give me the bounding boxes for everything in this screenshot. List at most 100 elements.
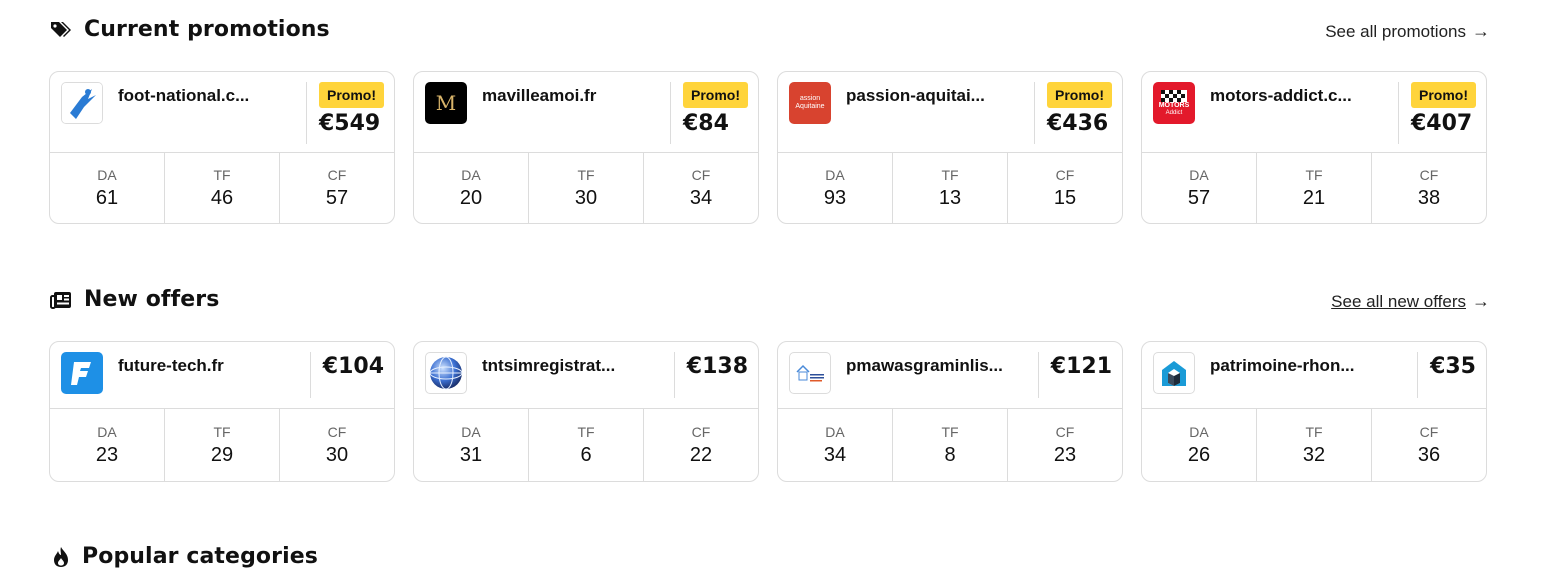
metric-label: DA — [1189, 166, 1209, 183]
metric-da: DA 26 — [1142, 409, 1257, 481]
newspaper-icon — [50, 289, 72, 311]
patrimoine-logo-icon — [1153, 352, 1195, 394]
metrics: DA 31 TF 6 CF 22 — [414, 409, 758, 481]
price: €84 — [683, 111, 729, 136]
metric-da: DA 93 — [778, 153, 893, 223]
metrics: DA 26 TF 32 CF 36 — [1142, 409, 1486, 481]
price: €436 — [1047, 111, 1109, 136]
metric-value: 46 — [210, 186, 234, 209]
fire-icon — [50, 546, 72, 568]
metric-value: 34 — [689, 186, 713, 209]
metric-value: 57 — [1187, 186, 1211, 209]
metric-label: CF — [327, 423, 347, 440]
site-name[interactable]: mavilleamoi.fr — [482, 86, 596, 106]
price: €138 — [686, 354, 748, 379]
price-box: Promo! €436 — [1034, 82, 1122, 144]
future-tech-logo-icon — [61, 352, 103, 394]
metric-label: TF — [1305, 423, 1323, 440]
metric-tf: TF 32 — [1257, 409, 1372, 481]
price-box: €121 — [1037, 352, 1122, 398]
metric-value: 23 — [95, 443, 119, 466]
promotions-header: Current promotions See all promotions → — [50, 17, 1490, 49]
metric-label: TF — [941, 166, 959, 183]
metric-label: DA — [825, 166, 845, 183]
metric-label: DA — [461, 166, 481, 183]
metric-value: 29 — [210, 443, 234, 466]
categories-title: Popular categories — [82, 544, 318, 569]
metric-da: DA 20 — [414, 153, 529, 223]
metric-value: 30 — [574, 186, 598, 209]
promo-badge: Promo! — [319, 82, 384, 108]
promotion-card[interactable]: MOTORS Addict motors-addict.c... Promo! … — [1141, 71, 1487, 224]
logo-text: assion Aquitaine — [795, 95, 825, 110]
metric-cf: CF 38 — [1372, 153, 1486, 223]
site-name[interactable]: future-tech.fr — [118, 356, 224, 376]
price: €35 — [1430, 354, 1476, 379]
metric-value: 13 — [938, 186, 962, 209]
checkered-flag-icon — [1161, 89, 1187, 102]
metric-label: DA — [825, 423, 845, 440]
promotion-card[interactable]: M mavilleamoi.fr Promo! €84 DA 20 TF 30 CF… — [413, 71, 759, 224]
offer-card[interactable]: tntsimregistrat... €138 DA 31 TF 6 CF 22 — [413, 341, 759, 482]
see-all-offers-label: See all new offers — [1331, 291, 1466, 311]
metric-cf: CF 34 — [644, 153, 758, 223]
promo-badge: Promo! — [1411, 82, 1476, 108]
metric-value: 34 — [823, 443, 847, 466]
promo-badge: Promo! — [683, 82, 748, 108]
metric-cf: CF 15 — [1008, 153, 1122, 223]
offer-card[interactable]: pmawasgraminlis... €121 DA 34 TF 8 CF 23 — [777, 341, 1123, 482]
metric-cf: CF 30 — [280, 409, 394, 481]
metrics: DA 20 TF 30 CF 34 — [414, 153, 758, 223]
promotions-title: Current promotions — [84, 17, 330, 42]
promotion-card[interactable]: foot-national.c... Promo! €549 DA 61 TF 46… — [49, 71, 395, 224]
see-all-promotions-link[interactable]: See all promotions → — [1325, 21, 1490, 42]
site-name[interactable]: pmawasgraminlis... — [846, 356, 1003, 376]
promo-badge: Promo! — [1047, 82, 1112, 108]
offers-title: New offers — [84, 287, 220, 312]
metrics: DA 57 TF 21 CF 38 — [1142, 153, 1486, 223]
metric-value: 30 — [325, 443, 349, 466]
metric-label: DA — [1189, 423, 1209, 440]
see-all-offers-link[interactable]: See all new offers → — [1331, 291, 1490, 312]
globe-logo-icon — [425, 352, 467, 394]
site-name[interactable]: patrimoine-rhon... — [1210, 356, 1355, 376]
metric-tf: TF 13 — [893, 153, 1008, 223]
metric-cf: CF 36 — [1372, 409, 1486, 481]
price-box: €35 — [1417, 352, 1486, 398]
metric-value: 15 — [1053, 186, 1077, 209]
tags-icon — [50, 19, 72, 41]
site-name[interactable]: motors-addict.c... — [1210, 86, 1352, 106]
promotion-card[interactable]: assion Aquitaine passion-aquitai... Prom… — [777, 71, 1123, 224]
metric-label: CF — [1055, 166, 1075, 183]
metric-value: 20 — [459, 186, 483, 209]
see-all-promotions-label: See all promotions — [1325, 21, 1466, 41]
offer-card[interactable]: future-tech.fr €104 DA 23 TF 29 CF 30 — [49, 341, 395, 482]
metric-label: DA — [461, 423, 481, 440]
price-box: Promo! €407 — [1398, 82, 1486, 144]
logo-text: MOTORS — [1158, 101, 1190, 109]
metric-tf: TF 6 — [529, 409, 644, 481]
metric-cf: CF 57 — [280, 153, 394, 223]
arrow-right-icon: → — [1472, 291, 1490, 311]
offer-card[interactable]: patrimoine-rhon... €35 DA 26 TF 32 CF 36 — [1141, 341, 1487, 482]
metric-value: 26 — [1187, 443, 1211, 466]
metric-label: DA — [97, 166, 117, 183]
price: €549 — [319, 111, 381, 136]
site-name[interactable]: tntsimregistrat... — [482, 356, 615, 376]
metric-tf: TF 46 — [165, 153, 280, 223]
metrics: DA 61 TF 46 CF 57 — [50, 153, 394, 223]
site-name[interactable]: foot-national.c... — [118, 86, 249, 106]
categories-header: Popular categories — [50, 544, 1490, 576]
metric-tf: TF 30 — [529, 153, 644, 223]
price-box: €104 — [309, 352, 394, 398]
metric-value: 22 — [689, 443, 713, 466]
site-name[interactable]: passion-aquitai... — [846, 86, 985, 106]
price-box: Promo! €549 — [306, 82, 394, 144]
arrow-right-icon: → — [1472, 21, 1490, 41]
metric-da: DA 61 — [50, 153, 165, 223]
metric-label: TF — [1305, 166, 1323, 183]
metric-tf: TF 8 — [893, 409, 1008, 481]
metric-value: 23 — [1053, 443, 1077, 466]
mavilleamoi-logo-icon: M — [425, 82, 467, 124]
metric-da: DA 23 — [50, 409, 165, 481]
